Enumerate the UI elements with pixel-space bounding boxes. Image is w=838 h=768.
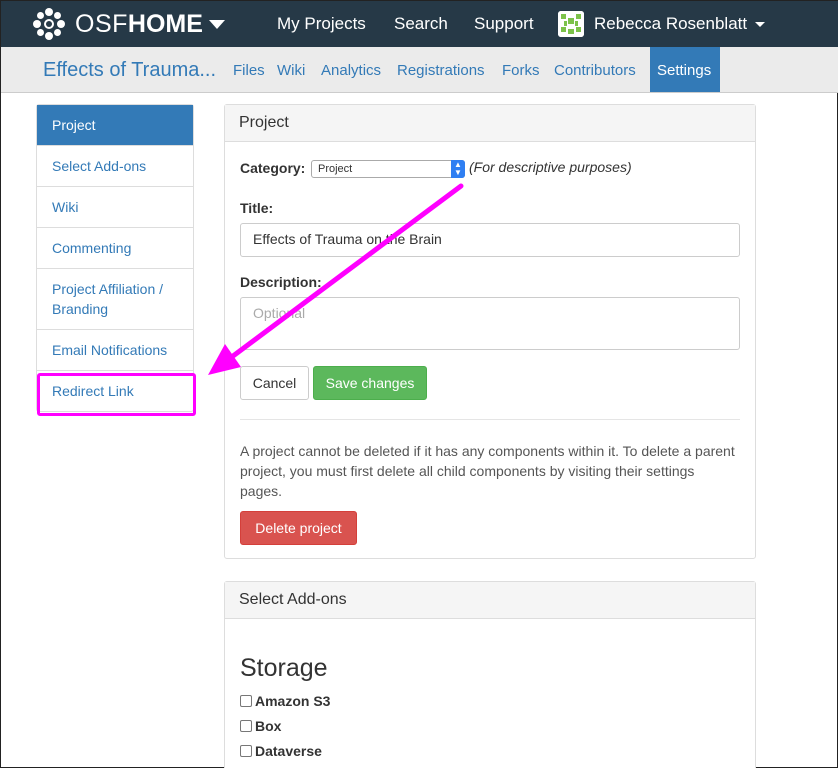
title-input[interactable]: Effects of Trauma on the Brain	[240, 223, 740, 257]
osf-logo-icon	[33, 8, 65, 40]
addon-dataverse[interactable]: Dataverse	[240, 743, 322, 759]
category-select-value: Project	[318, 163, 353, 175]
addon-amazon-s3[interactable]: Amazon S3	[240, 693, 330, 709]
project-navbar: Effects of Trauma... Files Wiki Analytic…	[1, 47, 838, 93]
title-label: Title:	[240, 200, 274, 216]
cancel-button[interactable]: Cancel	[240, 366, 309, 400]
panel-heading: Project	[225, 105, 755, 142]
addon-box[interactable]: Box	[240, 718, 281, 734]
brand-osf-text: OSF	[75, 9, 128, 38]
save-changes-button[interactable]: Save changes	[313, 366, 427, 400]
brand-home-text: HOME	[127, 9, 203, 38]
tab-registrations[interactable]: Registrations	[397, 62, 485, 79]
description-textarea[interactable]: Optional	[240, 297, 740, 350]
tab-analytics[interactable]: Analytics	[321, 62, 381, 79]
checkbox[interactable]	[240, 745, 252, 757]
tab-contributors[interactable]: Contributors	[554, 62, 636, 79]
tab-settings-label: Settings	[657, 62, 712, 79]
project-settings-panel: Project Category: Project ▲ ▼ (For descri…	[224, 104, 756, 559]
category-select[interactable]: Project ▲ ▼	[311, 160, 465, 178]
chevron-down-icon	[208, 19, 225, 29]
sidebar-item-wiki[interactable]: Wiki	[37, 186, 193, 227]
tab-forks[interactable]: Forks	[502, 62, 540, 79]
tab-wiki[interactable]: Wiki	[277, 62, 305, 79]
sidebar-item-select-addons[interactable]: Select Add-ons	[37, 145, 193, 186]
redirect-link-highlight-box	[37, 373, 196, 416]
sidebar-item-project[interactable]: Project	[37, 105, 193, 145]
category-hint: (For descriptive purposes)	[469, 159, 632, 175]
tab-settings[interactable]: Settings	[650, 47, 720, 92]
panel-heading: Select Add-ons	[225, 582, 755, 619]
user-name: Rebecca Rosenblatt	[594, 14, 748, 33]
description-label: Description:	[240, 274, 322, 290]
sidebar-item-email-notifications[interactable]: Email Notifications	[37, 329, 193, 370]
checkbox[interactable]	[240, 695, 252, 707]
addon-label: Amazon S3	[255, 693, 331, 709]
top-navbar: OSF HOME My Projects Search Support Rebec…	[1, 1, 838, 47]
category-label: Category:	[240, 160, 306, 176]
sidebar-item-affiliation-branding[interactable]: Project Affiliation / Branding	[37, 268, 193, 329]
addon-label: Dataverse	[255, 743, 322, 759]
project-title-link[interactable]: Effects of Trauma...	[43, 59, 216, 82]
settings-sidebar: Project Select Add-ons Wiki Commenting P…	[36, 104, 194, 412]
select-arrows-icon: ▲ ▼	[451, 160, 465, 178]
select-addons-panel: Select Add-ons Storage Amazon S3 Box Dat…	[224, 581, 756, 768]
sidebar-item-commenting[interactable]: Commenting	[37, 227, 193, 268]
storage-heading: Storage	[240, 654, 328, 682]
tab-files[interactable]: Files	[233, 62, 265, 79]
checkbox[interactable]	[240, 720, 252, 732]
nav-my-projects[interactable]: My Projects	[277, 14, 366, 34]
delete-project-button[interactable]: Delete project	[240, 511, 357, 545]
nav-search[interactable]: Search	[394, 14, 448, 34]
divider	[240, 419, 740, 420]
chevron-down-icon	[755, 21, 766, 27]
delete-note: A project cannot be deleted if it has an…	[240, 443, 735, 499]
avatar	[558, 11, 584, 37]
nav-support[interactable]: Support	[474, 14, 534, 34]
user-menu[interactable]: Rebecca Rosenblatt	[558, 11, 766, 37]
addon-label: Box	[255, 718, 282, 734]
osf-home-menu[interactable]: OSF HOME	[31, 6, 225, 42]
